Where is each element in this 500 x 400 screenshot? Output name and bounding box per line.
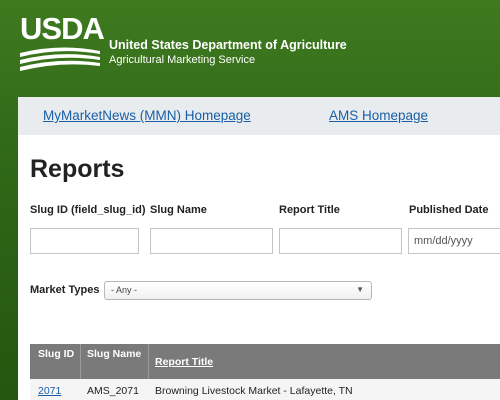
table-header: Slug ID Slug Name Report Title bbox=[30, 344, 500, 379]
page-title: Reports bbox=[30, 155, 125, 183]
column-header-slug-name[interactable]: Slug Name bbox=[87, 347, 147, 361]
published-date-input[interactable] bbox=[408, 228, 500, 254]
slug-id-label: Slug ID (field_slug_id) bbox=[30, 204, 146, 216]
column-header-report-title[interactable]: Report Title bbox=[155, 355, 213, 369]
market-types-label: Market Types bbox=[30, 284, 100, 296]
content-panel: MyMarketNews (MMN) Homepage AMS Homepage… bbox=[18, 97, 500, 400]
table-row: 2071 AMS_2071 Browning Livestock Market … bbox=[30, 379, 500, 400]
column-divider bbox=[80, 344, 81, 379]
slug-name-input[interactable] bbox=[150, 228, 273, 254]
nav-link-mmn-homepage[interactable]: MyMarketNews (MMN) Homepage bbox=[43, 108, 251, 123]
row-report-title: Browning Livestock Market - Lafayette, T… bbox=[155, 385, 353, 397]
row-slug-id-link[interactable]: 2071 bbox=[38, 385, 61, 397]
report-title-input[interactable] bbox=[279, 228, 402, 254]
logo-swoosh-icon bbox=[20, 47, 100, 71]
nav-link-ams-homepage[interactable]: AMS Homepage bbox=[329, 108, 428, 123]
usda-logo[interactable]: USDA bbox=[20, 13, 105, 73]
published-date-label: Published Date bbox=[409, 204, 489, 216]
row-slug-name: AMS_2071 bbox=[87, 385, 139, 397]
report-title-label: Report Title bbox=[279, 204, 340, 216]
logo-wordmark: USDA bbox=[20, 11, 105, 46]
department-name: United States Department of Agriculture bbox=[109, 38, 347, 52]
slug-name-label: Slug Name bbox=[150, 204, 207, 216]
slug-id-input[interactable] bbox=[30, 228, 139, 254]
site-header: USDA United States Department of Agricul… bbox=[0, 0, 500, 96]
market-types-select[interactable]: - Any - ▼ bbox=[104, 281, 372, 300]
column-divider bbox=[148, 344, 149, 379]
column-header-slug-id[interactable]: Slug ID bbox=[38, 347, 76, 361]
agency-name: United States Department of Agriculture … bbox=[109, 38, 347, 67]
market-types-selected-value: - Any - bbox=[111, 285, 138, 295]
chevron-down-icon: ▼ bbox=[356, 285, 364, 294]
top-nav: MyMarketNews (MMN) Homepage AMS Homepage bbox=[18, 97, 500, 135]
service-name: Agricultural Marketing Service bbox=[109, 54, 256, 66]
